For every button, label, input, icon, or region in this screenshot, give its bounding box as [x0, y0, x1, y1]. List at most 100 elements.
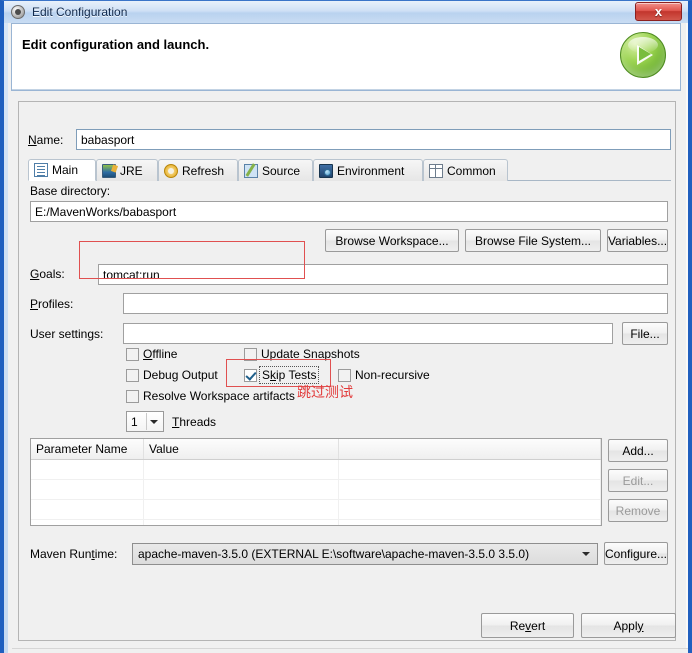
add-button[interactable]: Add...	[608, 439, 668, 462]
maven-runtime-value: apache-maven-3.5.0 (EXTERNAL E:\software…	[138, 547, 530, 561]
checkbox-label: Offline	[143, 347, 178, 361]
edit-label: Edit...	[622, 473, 654, 488]
column-header: Value	[144, 439, 339, 459]
checkbox-box	[126, 389, 139, 403]
column-header: Parameter Name	[31, 439, 144, 459]
maven-runtime-dropdown[interactable]: apache-maven-3.5.0 (EXTERNAL E:\software…	[132, 543, 598, 565]
add-label: Add...	[622, 443, 654, 458]
jre-icon	[102, 163, 116, 178]
edge-highlight	[686, 23, 688, 653]
checkbox-non-recursive[interactable]: Non-recursive	[338, 368, 430, 382]
checkbox-label: Skip Tests	[258, 366, 320, 384]
threads-dropdown[interactable]: 1	[126, 411, 164, 432]
user-settings-label: User settings:	[30, 327, 104, 341]
table-icon	[429, 163, 443, 178]
checkbox-skip-tests[interactable]: Skip Tests	[244, 366, 320, 384]
footer-buttons: Revert Apply	[18, 613, 676, 641]
banner-title: Edit configuration and launch.	[22, 37, 210, 52]
environment-icon	[319, 163, 333, 178]
header-banner: Edit configuration and launch.	[11, 23, 681, 91]
checkbox-offline[interactable]: Offline	[126, 347, 177, 361]
profiles-input[interactable]	[123, 293, 668, 314]
checkbox-box	[126, 347, 139, 361]
gear-icon	[10, 4, 26, 20]
edit-configuration-window: Edit Configuration x Edit configuration …	[0, 0, 692, 653]
column-header	[339, 439, 601, 459]
tab-refresh[interactable]: Refresh	[158, 159, 238, 181]
configuration-panel: Name: Main JRE Refresh	[18, 101, 676, 641]
profiles-label: Profiles:	[30, 297, 74, 311]
tab-label: Refresh	[182, 163, 225, 178]
tab-environment[interactable]: Environment	[313, 159, 423, 181]
main-tab-page: Base directory: Browse Workspace... Brow…	[28, 181, 671, 630]
browse-workspace-button[interactable]: Browse Workspace...	[325, 229, 459, 252]
browse-file-system-label: Browse File System...	[474, 233, 592, 248]
tab-common[interactable]: Common	[423, 159, 508, 181]
configure-button[interactable]: Configure...	[604, 542, 668, 565]
table-header: Parameter Name Value	[31, 439, 601, 460]
window-title: Edit Configuration	[32, 5, 128, 19]
apply-label: Apply	[613, 618, 644, 633]
browse-file-system-button[interactable]: Browse File System...	[465, 229, 601, 252]
client-area: Edit configuration and launch. Name: Mai…	[8, 23, 688, 653]
tab-label: JRE	[120, 163, 143, 178]
table-row[interactable]	[31, 480, 601, 500]
revert-button[interactable]: Revert	[481, 613, 574, 638]
chevron-down-icon	[582, 552, 590, 556]
browse-workspace-label: Browse Workspace...	[335, 233, 449, 248]
close-button[interactable]: x	[635, 2, 682, 21]
variables-button[interactable]: Variables...	[607, 229, 668, 252]
checkbox-box	[244, 368, 257, 382]
goals-input[interactable]	[98, 264, 668, 285]
user-settings-input[interactable]	[123, 323, 613, 344]
tab-label: Common	[447, 163, 496, 178]
base-directory-input[interactable]	[30, 201, 668, 222]
apply-button[interactable]: Apply	[581, 613, 676, 638]
goals-label: Goals:	[30, 267, 65, 281]
threads-label: Threads	[172, 415, 217, 429]
remove-button[interactable]: Remove	[608, 499, 668, 522]
checkbox-label: Non-recursive	[355, 368, 430, 382]
checkbox-debug-output[interactable]: Debug Output	[126, 368, 218, 382]
name-row: Name:	[28, 129, 671, 151]
tab-jre[interactable]: JRE	[96, 159, 158, 181]
tab-label: Main	[52, 163, 79, 177]
tab-strip: Main JRE Refresh Source Environment Comm…	[28, 159, 671, 181]
threads-value: 1	[131, 414, 138, 429]
green-run-icon	[616, 30, 668, 82]
file-button[interactable]: File...	[622, 322, 668, 345]
revert-label: Revert	[509, 618, 546, 633]
remove-label: Remove	[615, 503, 661, 518]
refresh-icon	[164, 163, 178, 178]
checkbox-box	[244, 347, 257, 361]
table-row[interactable]	[31, 460, 601, 480]
checkbox-label: Debug Output	[143, 368, 218, 382]
checkbox-update-snapshots[interactable]: Update Snapshots	[244, 347, 360, 361]
checkbox-box	[126, 368, 139, 382]
banner-divider	[12, 89, 680, 90]
configure-label: Configure...	[604, 546, 668, 561]
combo-divider	[146, 413, 147, 430]
dialog-footer	[12, 648, 688, 653]
tab-label: Environment	[337, 163, 405, 178]
table-row[interactable]	[31, 500, 601, 520]
table-row[interactable]	[31, 520, 601, 525]
checkbox-label: Resolve Workspace artifacts	[143, 389, 295, 403]
variables-label: Variables...	[607, 233, 668, 248]
checkbox-box	[338, 368, 351, 382]
checkbox-label: Update Snapshots	[261, 347, 360, 361]
name-input[interactable]	[76, 129, 671, 150]
checkbox-resolve-workspace-artifacts[interactable]: Resolve Workspace artifacts	[126, 389, 295, 403]
tab-main[interactable]: Main	[28, 159, 96, 181]
name-label: Name:	[28, 133, 64, 147]
title-bar: Edit Configuration x	[4, 1, 688, 23]
parameters-table[interactable]: Parameter Name Value	[30, 438, 602, 526]
maven-runtime-label: Maven Runtime:	[30, 547, 118, 561]
chevron-down-icon	[150, 419, 158, 424]
file-button-label: File...	[630, 326, 660, 341]
source-icon	[244, 163, 258, 178]
tab-label: Source	[262, 163, 301, 178]
document-icon	[34, 163, 48, 177]
tab-source[interactable]: Source	[238, 159, 313, 181]
edit-button[interactable]: Edit...	[608, 469, 668, 492]
